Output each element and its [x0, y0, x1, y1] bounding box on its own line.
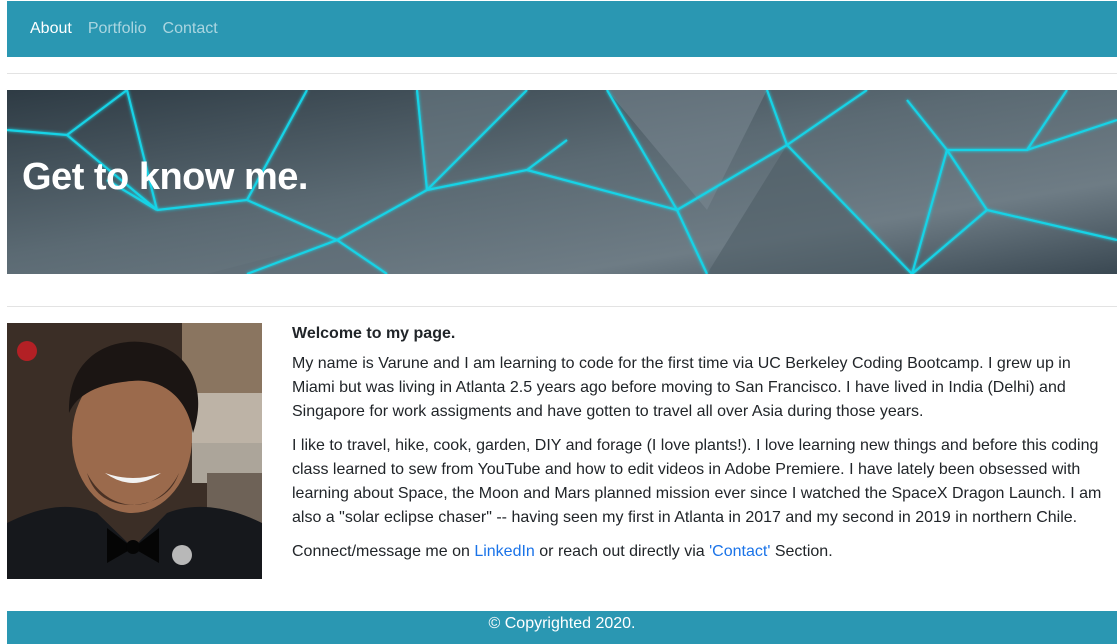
hobbies-paragraph: I like to travel, hike, cook, garden, DI…	[292, 437, 1102, 526]
welcome-heading: Welcome to my page.	[292, 325, 456, 342]
nav-link-about[interactable]: About	[30, 20, 72, 38]
divider-top	[7, 73, 1117, 74]
nav-link-portfolio[interactable]: Portfolio	[88, 20, 147, 38]
hero-banner: Get to know me.	[7, 90, 1117, 274]
about-section: Welcome to my page. My name is Varune an…	[292, 322, 1117, 574]
divider-middle	[7, 306, 1117, 307]
connect-middle: or reach out directly via	[534, 543, 710, 560]
copyright-text: © Copyrighted 2020.	[488, 615, 636, 632]
connect-prefix: Connect/message me on	[292, 543, 475, 560]
intro-paragraph: My name is Varune and I am learning to c…	[292, 355, 1071, 420]
connect-paragraph: Connect/message me on LinkedIn or reach …	[292, 540, 1117, 564]
page-title: Get to know me.	[22, 156, 308, 198]
footer: © Copyrighted 2020.	[7, 611, 1117, 644]
linkedin-link[interactable]: LinkedIn	[474, 543, 535, 560]
navbar: About Portfolio Contact	[7, 1, 1117, 57]
connect-suffix: Section.	[770, 543, 833, 560]
contact-link[interactable]: 'Contact'	[709, 543, 770, 560]
profile-photo	[7, 323, 262, 579]
nav-link-contact[interactable]: Contact	[163, 20, 218, 38]
